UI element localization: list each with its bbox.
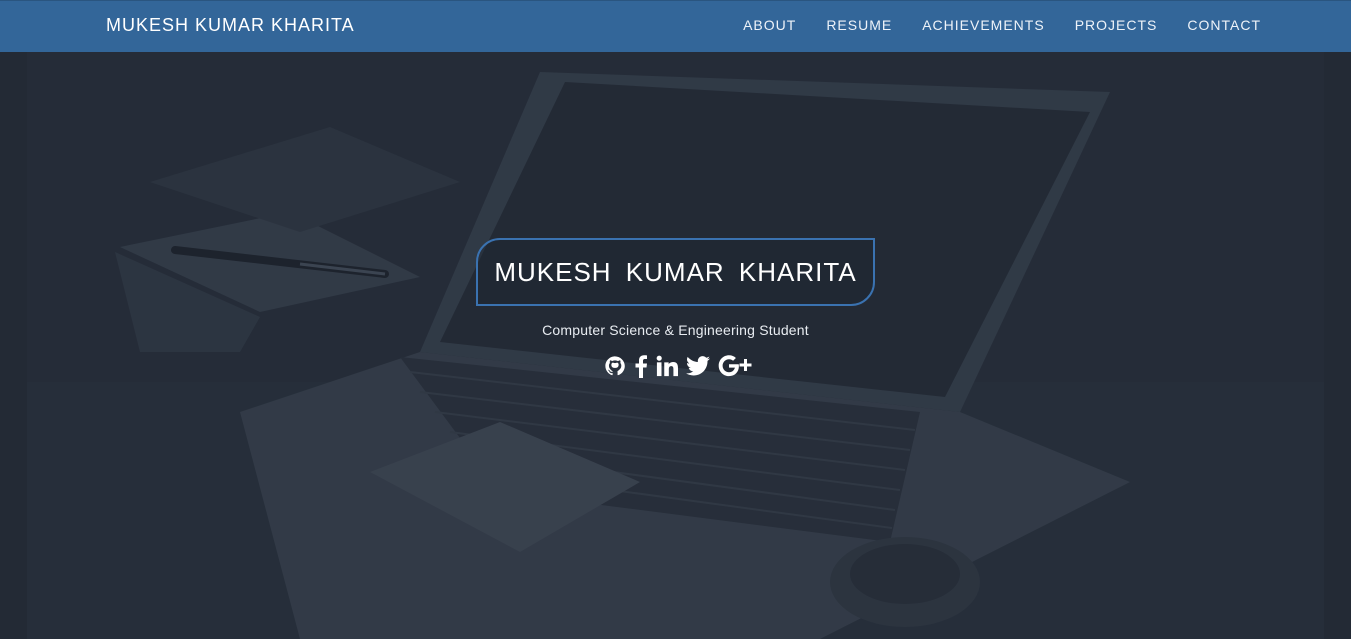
social-links [604, 354, 752, 378]
nav-menu: ABOUT RESUME ACHIEVEMENTS PROJECTS CONTA… [713, 18, 1261, 32]
hero-edge-right [1324, 52, 1351, 639]
github-icon[interactable] [604, 354, 626, 378]
twitter-icon[interactable] [686, 354, 710, 378]
nav-link-resume[interactable]: RESUME [826, 18, 892, 32]
facebook-icon[interactable] [634, 354, 648, 378]
navbar: MUKESH KUMAR KHARITA ABOUT RESUME ACHIEV… [0, 0, 1351, 52]
page: MUKESH KUMAR KHARITA ABOUT RESUME ACHIEV… [0, 0, 1351, 639]
nav-link-achievements[interactable]: ACHIEVEMENTS [922, 18, 1044, 32]
hero-background-image [0, 52, 1351, 639]
hero-edge-left [0, 52, 27, 639]
hero-section: MUKESH KUMAR KHARITA Computer Science & … [0, 52, 1351, 639]
nav-link-contact[interactable]: CONTACT [1187, 18, 1261, 32]
nav-link-about[interactable]: ABOUT [743, 18, 796, 32]
linkedin-icon[interactable] [656, 354, 678, 378]
hero-subtitle: Computer Science & Engineering Student [542, 322, 809, 338]
brand-link[interactable]: MUKESH KUMAR KHARITA [106, 16, 355, 34]
nav-link-projects[interactable]: PROJECTS [1075, 18, 1158, 32]
hero-title: MUKESH KUMAR KHARITA [494, 256, 857, 287]
google-plus-icon[interactable] [718, 354, 752, 378]
hero-title-box: MUKESH KUMAR KHARITA [476, 238, 875, 306]
